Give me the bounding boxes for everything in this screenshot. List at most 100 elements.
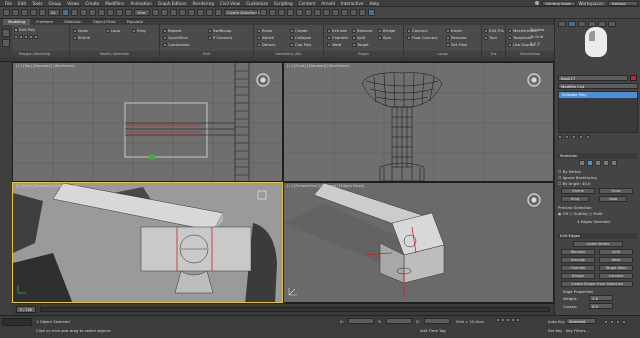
menu-tools[interactable]: Tools bbox=[29, 1, 45, 6]
maxscript-listener[interactable] bbox=[2, 318, 32, 326]
extrude-button[interactable]: Extrude bbox=[327, 28, 347, 33]
menu-file[interactable]: File bbox=[2, 1, 15, 6]
connect-edge-button[interactable]: Connect bbox=[599, 273, 633, 279]
viewport-label[interactable]: [+] [Left] [Standard] [Edged Faces] bbox=[16, 184, 79, 188]
unlink-icon[interactable] bbox=[30, 9, 37, 16]
pivot-center-icon[interactable] bbox=[152, 9, 159, 16]
menu-group[interactable]: Group bbox=[45, 1, 64, 6]
workspace-dropdown[interactable]: Default bbox=[608, 0, 638, 6]
schematic-view-icon[interactable] bbox=[314, 9, 321, 16]
selection-filter-dropdown[interactable]: All bbox=[48, 9, 60, 16]
layer-explorer-icon[interactable] bbox=[287, 9, 294, 16]
menu-help[interactable]: Help bbox=[366, 1, 382, 6]
cap-poly-button[interactable]: Cap Poly bbox=[290, 42, 311, 47]
target-button[interactable]: Target bbox=[352, 42, 369, 47]
y-coordinate-field[interactable] bbox=[386, 318, 412, 324]
render-iterative-icon[interactable] bbox=[359, 9, 366, 16]
menu-interactive[interactable]: Interactive bbox=[338, 1, 367, 6]
polygon-subobject-icon[interactable] bbox=[603, 160, 609, 166]
weld-button[interactable]: Weld bbox=[327, 42, 341, 47]
chamfer-button[interactable]: Chamfer bbox=[327, 35, 348, 40]
chamfer-edge-button[interactable]: Chamfer bbox=[561, 265, 595, 271]
auto-key-button[interactable]: Auto Key bbox=[548, 319, 565, 324]
by-vertex-checkbox[interactable]: ☐ By Vertex bbox=[558, 169, 581, 174]
vertex-mode-icon[interactable] bbox=[14, 35, 38, 39]
remove-modifier-icon[interactable] bbox=[579, 135, 583, 139]
bind-space-warp-icon[interactable] bbox=[39, 9, 46, 16]
insert-loop-button[interactable]: Insert bbox=[446, 28, 462, 33]
menu-arnold[interactable]: Arnold bbox=[318, 1, 338, 6]
create-panel-icon[interactable] bbox=[558, 21, 566, 27]
previous-frame-icon[interactable] bbox=[501, 318, 505, 322]
window-crossing-icon[interactable] bbox=[89, 9, 96, 16]
key-filters-button[interactable]: Key Filters... bbox=[566, 328, 589, 333]
angle-snap-icon[interactable] bbox=[188, 9, 195, 16]
viewport-top[interactable]: [+] [Top] [Standard] [Wireframe] bbox=[12, 62, 283, 182]
menu-views[interactable]: Views bbox=[64, 1, 82, 6]
object-color-swatch[interactable] bbox=[630, 75, 637, 81]
viewport-front[interactable]: [+] [Front] [Standard] [Wireframe] bbox=[283, 62, 554, 182]
maximize-viewport-icon[interactable] bbox=[622, 320, 626, 324]
ignore-backfacing-checkbox[interactable]: ☐ Ignore Backfacing bbox=[558, 175, 597, 180]
shrink-selection-button[interactable]: Shrink bbox=[561, 188, 595, 194]
orbit-icon[interactable] bbox=[616, 320, 620, 324]
menu-civil-view[interactable]: Civil View bbox=[217, 1, 243, 6]
connect-button[interactable]: Connect bbox=[407, 28, 428, 33]
insert-vertex-button[interactable]: Insert Vertex bbox=[573, 241, 623, 247]
menu-rendering[interactable]: Rendering bbox=[190, 1, 217, 6]
menu-graph-editors[interactable]: Graph Editors bbox=[155, 1, 190, 6]
collapse-button[interactable]: Collapse bbox=[290, 35, 311, 40]
menu-customize[interactable]: Customize bbox=[243, 1, 271, 6]
render-setup-icon[interactable] bbox=[332, 9, 339, 16]
shrink-button[interactable]: Shrink bbox=[73, 35, 90, 40]
material-editor-icon[interactable] bbox=[323, 9, 330, 16]
redo-icon[interactable] bbox=[12, 9, 19, 16]
frame-indicator[interactable]: 0 / 100 bbox=[16, 306, 36, 313]
p-connect-button[interactable]: P Connect bbox=[208, 35, 232, 40]
viewport-left[interactable]: [+] [Left] [Standard] [Edged Faces] bbox=[12, 182, 283, 303]
set-flow-button[interactable]: Set Flow bbox=[446, 42, 467, 47]
preview-selection-options[interactable]: ◉ Off ○ SubObj ○ Multi bbox=[558, 211, 603, 216]
pin-stack-icon[interactable] bbox=[558, 135, 562, 139]
split-button[interactable]: Split bbox=[352, 35, 365, 40]
grow-selection-button[interactable]: Grow bbox=[599, 188, 633, 194]
percent-snap-icon[interactable] bbox=[197, 9, 204, 16]
snaps-toggle-icon[interactable] bbox=[179, 9, 186, 16]
quickslice-button[interactable]: QuickSlice bbox=[163, 35, 188, 40]
x-coordinate-field[interactable] bbox=[348, 318, 374, 324]
remove-loop-button[interactable]: Remove bbox=[446, 35, 466, 40]
menu-scripting[interactable]: Scripting bbox=[271, 1, 296, 6]
configure-sets-icon[interactable] bbox=[586, 135, 590, 139]
user-account-dropdown[interactable]: Dmitriy Sivak bbox=[542, 0, 576, 6]
next-frame-icon[interactable] bbox=[511, 318, 515, 322]
edit-poly-button[interactable]: Edit Poly bbox=[14, 27, 35, 32]
flow-connect-button[interactable]: Flow Connect bbox=[407, 35, 438, 40]
crease-spinner[interactable]: 0.0 bbox=[589, 303, 613, 309]
tessellate-button[interactable]: Tessellate bbox=[508, 35, 532, 40]
remove-button[interactable]: Remove bbox=[352, 28, 372, 33]
rendered-frame-icon[interactable] bbox=[341, 9, 348, 16]
goto-start-icon[interactable] bbox=[496, 318, 500, 322]
repeat-button[interactable]: Repeat bbox=[163, 28, 181, 33]
ring-button[interactable]: Ring bbox=[132, 28, 146, 33]
bridge-edge-button[interactable]: Bridge bbox=[561, 273, 595, 279]
by-angle-value[interactable]: 45.0 bbox=[582, 181, 590, 186]
object-name-field[interactable]: Box017 bbox=[558, 75, 628, 81]
weight-spinner[interactable]: 1.0 bbox=[589, 295, 613, 301]
curve-editor-icon[interactable] bbox=[305, 9, 312, 16]
move-icon[interactable] bbox=[98, 9, 105, 16]
named-selection-dropdown[interactable]: Create Selection Se bbox=[224, 9, 262, 16]
stack-item-editable-poly[interactable]: Editable Poly bbox=[559, 92, 637, 98]
set-key-button[interactable]: Set Key bbox=[548, 328, 562, 333]
graphite-toggle-icon[interactable] bbox=[296, 9, 303, 16]
vertex-subobject-icon[interactable] bbox=[579, 160, 585, 166]
element-subobject-icon[interactable] bbox=[611, 160, 617, 166]
edge-subobject-icon[interactable] bbox=[587, 160, 593, 166]
zoom-all-icon[interactable] bbox=[610, 320, 614, 324]
by-angle-checkbox[interactable]: ☐ By Angle: 45.0 bbox=[558, 181, 590, 186]
z-coordinate-field[interactable] bbox=[424, 318, 450, 324]
loop-selection-button[interactable]: Loop bbox=[599, 196, 627, 202]
to-grid-button[interactable]: To Grid bbox=[530, 34, 543, 39]
utilities-panel-icon[interactable] bbox=[608, 21, 616, 27]
show-end-result-icon[interactable] bbox=[565, 135, 569, 139]
